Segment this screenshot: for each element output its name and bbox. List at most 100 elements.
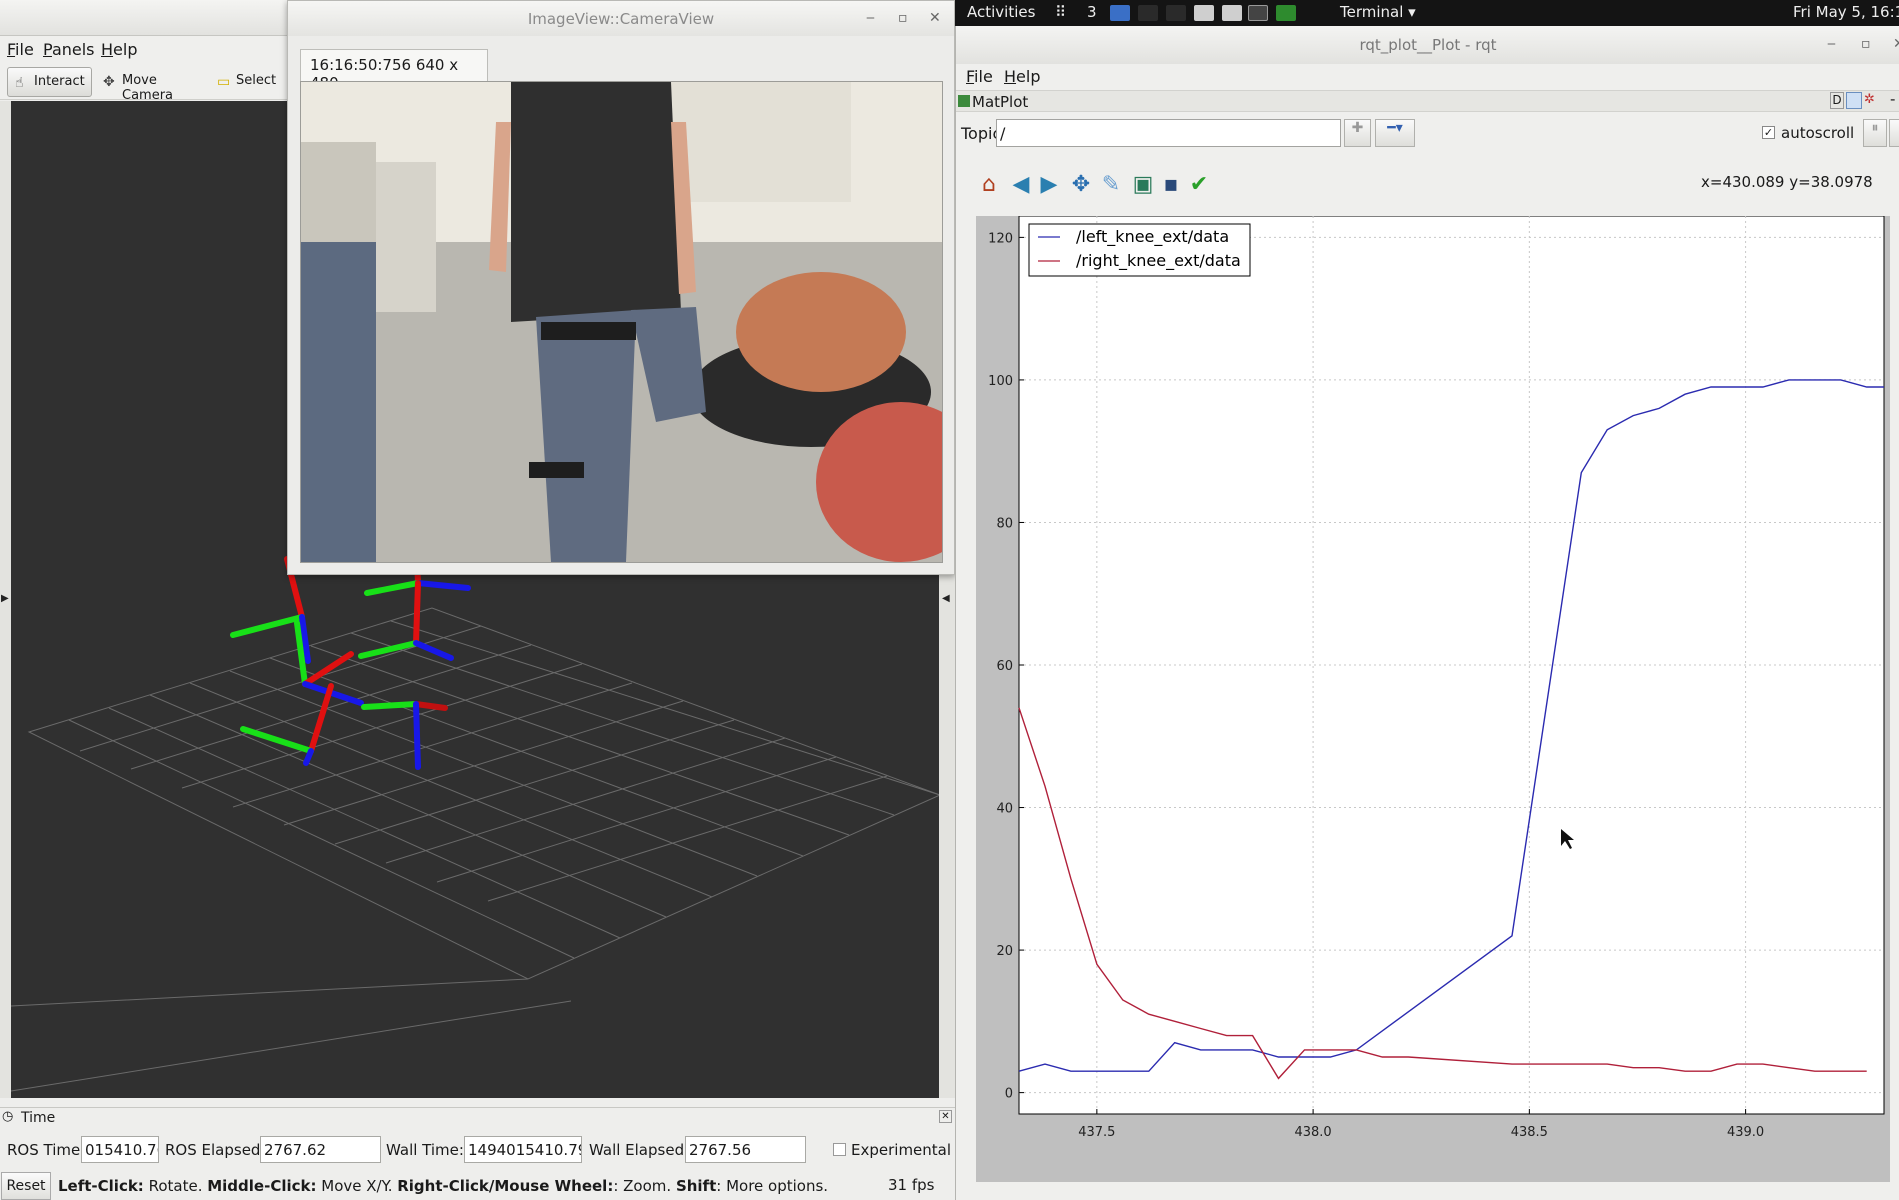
wall-elapsed-label: Wall Elapsed: bbox=[589, 1141, 690, 1159]
remove-topic-button[interactable]: ━▾ bbox=[1375, 119, 1415, 147]
expand-right-arrow-icon: ▶ bbox=[1, 593, 9, 604]
move-camera-tool-button[interactable]: ✥ Move Camera bbox=[96, 67, 206, 103]
help-icon[interactable] bbox=[1846, 92, 1862, 109]
pause-icon: ⏸ bbox=[1871, 120, 1879, 136]
docking-d-icon[interactable]: D bbox=[1830, 92, 1844, 109]
menu-file[interactable]: File bbox=[7, 40, 34, 59]
y-tick-label: 0 bbox=[1005, 1087, 1013, 1102]
window-tray-icon[interactable] bbox=[1194, 5, 1214, 21]
move-camera-tool-label: Move Camera bbox=[122, 73, 174, 103]
left-dock-collapse[interactable]: ▶ bbox=[0, 101, 11, 1098]
terminal-app-menu[interactable]: Terminal ▾ bbox=[1340, 3, 1416, 21]
legend-label-left: /left_knee_ext/data bbox=[1076, 227, 1229, 247]
minus-dropdown-icon: ━▾ bbox=[1387, 120, 1403, 136]
terminal-tray-icon[interactable] bbox=[1248, 5, 1268, 21]
home-icon[interactable]: ⌂ bbox=[976, 172, 1002, 198]
menu-help[interactable]: Help bbox=[1004, 67, 1040, 86]
ros-elapsed-field[interactable]: 2767.62 bbox=[260, 1136, 381, 1163]
autoscroll-label: autoscroll bbox=[1781, 124, 1855, 142]
plugin-icon bbox=[958, 95, 970, 107]
window-tray-icon-2[interactable] bbox=[1222, 5, 1242, 21]
wall-time-field[interactable]: 1494015410.79 bbox=[464, 1136, 582, 1163]
legend-label-right: /right_knee_ext/data bbox=[1076, 251, 1241, 271]
menu-file[interactable]: File bbox=[966, 67, 993, 86]
wall-time-label: Wall Time: bbox=[386, 1141, 464, 1159]
clear-button[interactable] bbox=[1889, 119, 1899, 147]
rqt-window-title: rqt_plot__Plot - rqt bbox=[1359, 36, 1497, 54]
camera-tab[interactable]: 16:16:50:756 640 x 480 bbox=[300, 49, 488, 92]
pan-icon[interactable]: ✥ bbox=[1068, 172, 1094, 198]
rqt-plot-window: rqt_plot__Plot - rqt ‒ ▫ ✕ File Help Mat… bbox=[955, 26, 1899, 1200]
interact-tool-label: Interact bbox=[34, 74, 85, 89]
camera-view-window: ImageView::CameraView ‒ ▫ ✕ 16:16:50:756… bbox=[287, 0, 955, 575]
cursor-coordinates: x=430.089 y=38.0978 bbox=[1701, 173, 1873, 191]
minimize-plugin-icon[interactable]: - bbox=[1890, 90, 1895, 108]
select-tool-label: Select bbox=[236, 73, 277, 88]
topic-input[interactable]: / bbox=[996, 119, 1341, 147]
line-chart[interactable]: 0 20 40 60 80 100 120 437.5 438.0 438.5 439.0 /le… bbox=[976, 216, 1890, 1182]
select-tool-button[interactable]: ▭ Select bbox=[210, 67, 286, 97]
menu-panels[interactable]: Panels bbox=[43, 40, 95, 59]
topic-row: Topic / ✚ ━▾ ✓ autoscroll ⏸ bbox=[956, 116, 1899, 150]
maximize-icon[interactable]: ▫ bbox=[898, 10, 908, 26]
collapse-left-arrow-icon: ◀ bbox=[942, 593, 950, 604]
camera-window-titlebar[interactable]: ImageView::CameraView ‒ ▫ ✕ bbox=[288, 1, 954, 36]
y-tick-label: 120 bbox=[988, 231, 1013, 246]
gnome-top-bar: Activities ⠿ 3 Terminal ▾ Fri May 5, 16:… bbox=[955, 0, 1899, 26]
rviz-tray-icon-2[interactable] bbox=[1166, 5, 1186, 21]
matplotlib-toolbar: ⌂ ◀ ▶ ✥ ✎ ▣ ▪ ✔ bbox=[976, 172, 1236, 206]
rviz-tray-icon[interactable] bbox=[1138, 5, 1158, 21]
back-arrow-icon[interactable]: ◀ bbox=[1008, 172, 1034, 198]
autoscroll-checkbox[interactable]: ✓ bbox=[1762, 126, 1775, 139]
ros-elapsed-label: ROS Elapsed: bbox=[165, 1141, 266, 1159]
maximize-icon[interactable]: ▫ bbox=[1861, 36, 1871, 52]
ground-grid bbox=[11, 607, 939, 1092]
minimize-icon[interactable]: ‒ bbox=[1827, 36, 1836, 52]
close-icon[interactable]: ✕ bbox=[1893, 36, 1899, 52]
configure-subplots-icon[interactable]: ✎ bbox=[1098, 172, 1124, 198]
app-grid-icon[interactable]: ⠿ bbox=[1055, 3, 1066, 21]
y-tick-label: 40 bbox=[996, 802, 1013, 817]
close-icon[interactable]: ✕ bbox=[929, 10, 941, 26]
tray-app-icon[interactable] bbox=[1110, 5, 1130, 21]
y-tick-label: 60 bbox=[996, 659, 1013, 674]
zoom-rect-icon[interactable]: ▣ bbox=[1130, 172, 1156, 198]
experimental-checkbox[interactable] bbox=[833, 1143, 846, 1156]
forward-arrow-icon[interactable]: ▶ bbox=[1036, 172, 1062, 198]
save-icon[interactable]: ▪ bbox=[1158, 172, 1184, 198]
x-tick-label: 439.0 bbox=[1727, 1125, 1764, 1140]
clock[interactable]: Fri May 5, 16:1 bbox=[1793, 3, 1899, 21]
x-tick-label: 438.0 bbox=[1294, 1125, 1331, 1140]
y-tick-label: 80 bbox=[996, 516, 1013, 531]
interact-tool-button[interactable]: ☝ Interact bbox=[7, 67, 92, 97]
activities-button[interactable]: Activities bbox=[967, 3, 1035, 21]
minimize-icon[interactable]: ‒ bbox=[866, 10, 875, 26]
ros-time-field[interactable]: 015410.76 bbox=[81, 1136, 159, 1163]
experimental-label: Experimental bbox=[851, 1141, 952, 1159]
pause-button[interactable]: ⏸ bbox=[1863, 119, 1887, 147]
time-panel: ◷ Time ✕ ROS Time: 015410.76 ROS Elapsed… bbox=[0, 1107, 955, 1200]
x-tick-label: 438.5 bbox=[1511, 1125, 1548, 1140]
rqt-titlebar[interactable]: rqt_plot__Plot - rqt ‒ ▫ ✕ bbox=[956, 26, 1899, 64]
fps-readout: 31 fps bbox=[888, 1176, 935, 1194]
clock-icon: ◷ bbox=[2, 1109, 14, 1124]
legend: /left_knee_ext/data /right_knee_ext/data bbox=[1028, 223, 1251, 277]
menu-help[interactable]: Help bbox=[101, 40, 137, 59]
camera-feed-image bbox=[301, 82, 942, 562]
monitor-tray-icon[interactable] bbox=[1276, 5, 1296, 21]
plugin-header: MatPlot D ✲ - bbox=[956, 90, 1899, 112]
plugin-name: MatPlot bbox=[972, 93, 1029, 111]
wall-elapsed-field[interactable]: 2767.56 bbox=[685, 1136, 806, 1163]
checkmark-icon[interactable]: ✔ bbox=[1186, 172, 1212, 198]
add-topic-button[interactable]: ✚ bbox=[1344, 119, 1371, 147]
close-panel-icon[interactable]: ✕ bbox=[939, 1110, 952, 1123]
move-camera-icon: ✥ bbox=[103, 74, 115, 90]
workspace-indicator[interactable]: 3 bbox=[1087, 3, 1097, 21]
rviz-toolbar: ☝ Interact ✥ Move Camera ▭ Select bbox=[0, 64, 290, 103]
reload-icon[interactable]: ✲ bbox=[1864, 92, 1880, 109]
status-help-text: Left-Click: Rotate. Middle-Click: Move X… bbox=[58, 1177, 829, 1195]
plot-canvas[interactable]: 0 20 40 60 80 100 120 437.5 438.0 438.5 439.0 /le… bbox=[976, 216, 1890, 1182]
camera-window-title: ImageView::CameraView bbox=[527, 10, 715, 28]
reset-button[interactable]: Reset bbox=[1, 1172, 51, 1200]
ros-time-label: ROS Time: bbox=[7, 1141, 86, 1159]
